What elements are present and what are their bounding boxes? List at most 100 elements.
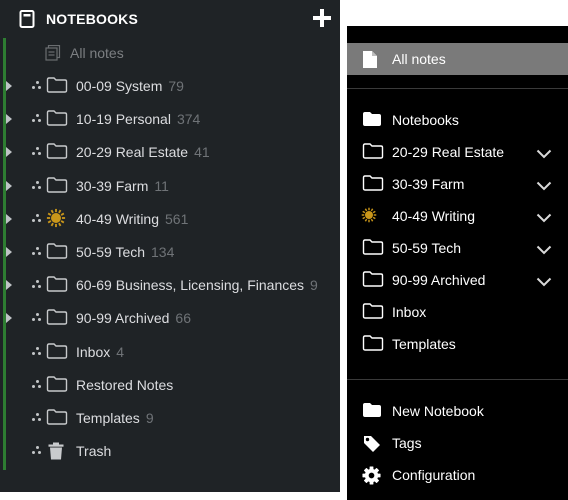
drag-handle-icon[interactable] [32,146,44,158]
notebook-label: Trash [76,443,111,459]
all-notes-item-selected[interactable]: All notes [347,43,568,75]
expand-arrow-icon[interactable] [6,147,12,158]
notebook-label: 60-69 Business, Licensing, Finances 9 [76,277,318,293]
all-notes-label: All notes [392,51,446,67]
notebook-name: 00-09 System [76,78,163,94]
all-notes-item[interactable]: All notes [0,42,340,66]
notebook-name: 40-49 Writing [392,208,476,224]
expand-arrow-icon[interactable] [6,246,12,257]
notebook-name: 40-49 Writing [76,210,160,227]
expand-arrow-icon[interactable] [6,213,12,224]
new-notebook-button[interactable]: New Notebook [347,394,568,426]
notebook-item[interactable]: Trash [0,435,340,468]
folder-outline-icon [46,110,68,131]
notebook-item[interactable]: 90-99 Archived [347,263,568,295]
notebook-item[interactable]: Inbox 4 [0,336,340,369]
drag-handle-icon[interactable] [32,279,44,291]
folder-outline-icon [46,77,68,98]
trash-icon [47,442,65,465]
left-sidebar: NOTEBOOKS All notes 00-09 System 79 10-19 … [0,0,340,492]
notebook-icon [19,10,35,33]
all-notes-icon [45,44,61,66]
document-icon [363,51,377,73]
add-notebook-button[interactable] [312,8,332,28]
notebook-item[interactable]: Templates [347,327,568,359]
notebook-item[interactable]: 50-59 Tech 134 [0,236,340,269]
notebook-name: Inbox [392,304,427,320]
notebook-item[interactable]: 60-69 Business, Licensing, Finances 9 [0,269,340,302]
note-count: 9 [310,277,318,294]
drag-handle-icon[interactable] [32,246,44,258]
divider [347,379,568,380]
drag-handle-icon[interactable] [32,379,44,391]
folder-outline-icon [46,309,68,330]
configuration-item[interactable]: Configuration [347,458,568,490]
notebook-item[interactable]: Restored Notes [0,369,340,402]
notebook-item[interactable]: 20-29 Real Estate [347,135,568,167]
notebook-name: 60-69 Business, Licensing, Finances [76,277,305,294]
notebook-label: Restored Notes [76,377,173,393]
note-count: 134 [151,243,175,260]
note-count: 374 [176,111,201,128]
notebook-label: 40-49 Writing 561 [76,211,188,227]
expand-arrow-icon[interactable] [6,313,12,324]
notebooks-header: NOTEBOOKS [0,0,340,38]
drag-handle-icon[interactable] [32,113,44,125]
folder-outline-icon [362,335,384,356]
folder-outline-icon [362,303,384,324]
drag-handle-icon[interactable] [32,213,44,225]
notebooks-section-header[interactable]: Notebooks [347,103,568,135]
folder-outline-icon [46,375,68,397]
notebook-item[interactable]: Templates 9 [0,402,340,435]
notebook-item[interactable]: 40-49 Writing 561 [0,203,340,236]
chevron-down-icon[interactable] [536,274,552,292]
notebook-item[interactable]: 10-19 Personal 374 [0,103,340,136]
notebook-name: Templates [392,336,456,352]
notebook-name: 30-39 Farm [76,177,149,194]
notebook-item[interactable]: 30-39 Farm [347,167,568,199]
drag-handle-icon[interactable] [32,346,44,358]
drag-handle-icon[interactable] [32,445,44,457]
expand-arrow-icon[interactable] [6,280,12,291]
notebook-item[interactable]: 90-99 Archived 66 [0,302,340,335]
notebook-item[interactable]: 40-49 Writing [347,199,568,231]
folder-outline-icon [362,239,384,260]
folder-outline-icon [46,276,68,297]
expand-arrow-icon[interactable] [6,114,12,125]
note-count: 11 [154,177,169,194]
chevron-down-icon[interactable] [536,242,552,260]
sun-icon [361,207,377,228]
right-sidebar: All notes Notebooks 20-29 Real Estate 30-… [347,26,568,500]
drag-handle-icon[interactable] [32,180,44,192]
notebook-label: 20-29 Real Estate 41 [76,144,210,160]
notebook-item[interactable]: 20-29 Real Estate 41 [0,136,340,169]
expand-arrow-icon[interactable] [6,81,12,91]
notebook-item[interactable]: 50-59 Tech [347,231,568,263]
note-count: 79 [168,78,184,94]
folder-outline-icon [362,175,384,196]
drag-handle-icon[interactable] [32,312,44,324]
chevron-down-icon[interactable] [536,210,552,228]
expand-arrow-icon[interactable] [6,180,12,191]
notebook-list: 00-09 System 79 10-19 Personal 374 20-29 Rea… [0,70,340,468]
notebook-item[interactable]: Inbox [347,295,568,327]
chevron-down-icon[interactable] [536,146,552,164]
notebook-name: 50-59 Tech [76,243,146,260]
tags-label: Tags [392,435,422,451]
notebook-label: 00-09 System 79 [76,78,184,94]
tags-item[interactable]: Tags [347,426,568,458]
notebook-item[interactable]: 30-39 Farm 11 [0,170,340,203]
notebook-name: Restored Notes [76,376,174,393]
notebook-name: Inbox [76,343,111,360]
folder-outline-icon [362,271,384,292]
drag-handle-icon[interactable] [32,412,44,424]
note-count: 66 [175,310,191,327]
folder-filled-icon [362,402,382,423]
notebook-name: 10-19 Personal [76,111,171,128]
notebook-item[interactable]: 00-09 System 79 [0,70,340,103]
drag-handle-icon[interactable] [32,80,44,92]
notebook-name: Templates [76,409,140,426]
chevron-down-icon[interactable] [536,178,552,196]
notebook-name: 90-99 Archived [392,272,486,288]
folder-outline-icon [46,143,68,164]
